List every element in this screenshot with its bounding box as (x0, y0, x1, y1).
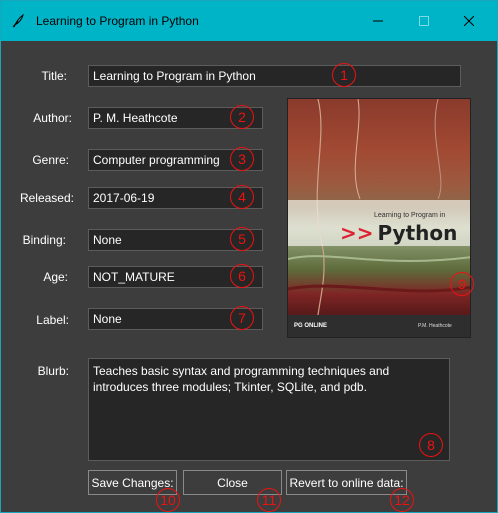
cover-subtitle: Learning to Program in (374, 212, 446, 219)
cover-author: P.M. Heathcote (418, 323, 452, 329)
marker-12: 12 (390, 488, 414, 512)
revert-button[interactable]: Revert to online data: (286, 470, 407, 495)
marker-5: 5 (230, 227, 254, 251)
title-field[interactable]: Learning to Program in Python (88, 65, 461, 87)
marker-6: 6 (230, 264, 254, 288)
marker-1: 1 (332, 63, 356, 87)
maximize-icon (419, 16, 429, 26)
close-icon (464, 16, 474, 26)
marker-3: 3 (230, 147, 254, 171)
title-label: Title: (41, 69, 67, 83)
age-label: Age: (43, 270, 68, 284)
released-label: Released: (19, 191, 74, 205)
cover-word: Python (377, 221, 458, 245)
title-bar[interactable]: Learning to Program in Python (1, 1, 497, 41)
marker-2: 2 (230, 105, 254, 129)
maximize-button[interactable] (401, 1, 447, 41)
marker-7: 7 (230, 306, 254, 330)
app-window: Learning to Program in Python Title: Lea… (0, 0, 498, 513)
cover-publisher: PG ONLINE (294, 323, 328, 329)
minimize-icon (373, 20, 383, 22)
label-label: Label: (36, 313, 69, 327)
marker-4: 4 (230, 185, 254, 209)
genre-label: Genre: (32, 153, 69, 167)
marker-10: 10 (156, 488, 180, 512)
cover-title: >> Python (340, 221, 457, 245)
marker-8: 8 (419, 433, 443, 457)
book-cover-image: Learning to Program in >> Python PG ONLIN… (287, 98, 471, 338)
minimize-button[interactable] (355, 1, 401, 41)
binding-label: Binding: (22, 233, 66, 247)
blurb-label: Blurb: (37, 364, 69, 378)
blurb-textarea[interactable]: Teaches basic syntax and programming tec… (88, 358, 450, 461)
marker-11: 11 (257, 488, 281, 512)
close-window-button[interactable] (446, 1, 492, 41)
marker-9: 9 (450, 272, 474, 296)
feather-icon (12, 14, 24, 28)
window-title: Learning to Program in Python (36, 14, 199, 28)
author-label: Author: (33, 111, 72, 125)
cover-arrows: >> (340, 221, 374, 245)
